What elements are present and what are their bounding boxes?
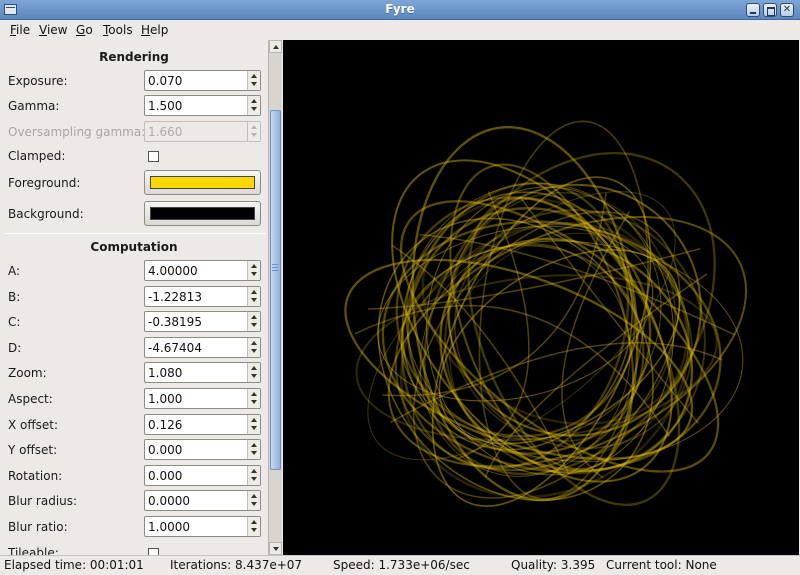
- spin-down-icon: [251, 107, 257, 111]
- spin-down-icon: [251, 477, 257, 481]
- menu-bar: File View Go Tools Help: [0, 20, 800, 40]
- spin-up-icon: [251, 469, 257, 473]
- menu-file[interactable]: File: [10, 23, 30, 37]
- elapsed-time: Elapsed time: 00:01:01: [4, 558, 144, 572]
- exposure-label: Exposure:: [8, 74, 68, 88]
- scroll-down-icon[interactable]: [269, 542, 282, 555]
- attractor-canvas[interactable]: [283, 40, 799, 555]
- spin-up-icon: [251, 443, 257, 447]
- spin-down-icon: [251, 426, 257, 430]
- spin-down-icon: [251, 528, 257, 532]
- rendering-section-title: Rendering: [99, 50, 169, 64]
- spin-down-icon: [251, 349, 257, 353]
- menu-tools[interactable]: Tools: [103, 23, 133, 37]
- gamma-label: Gamma:: [8, 99, 60, 113]
- menu-view[interactable]: View: [39, 23, 67, 37]
- spin-down-icon: [251, 272, 257, 276]
- spin-down-icon: [251, 323, 257, 327]
- parameter-panel: Rendering Exposure: 0.070 Gamma: 1.500 O…: [0, 40, 268, 555]
- attractor-image: [344, 120, 748, 507]
- title-bar: Fyre ✕: [0, 0, 800, 20]
- foreground-label: Foreground:: [8, 176, 81, 190]
- pane-resize-grip-icon[interactable]: [272, 264, 278, 271]
- b-spinner[interactable]: -1.22813: [144, 286, 261, 307]
- a-spinner[interactable]: 4.00000: [144, 260, 261, 281]
- background-color-button[interactable]: [144, 201, 261, 226]
- spin-up-icon: [251, 341, 257, 345]
- spin-up-icon: [251, 125, 257, 129]
- oversampling-gamma-spinner: 1.660: [144, 121, 261, 142]
- menu-help[interactable]: Help: [141, 23, 168, 37]
- close-icon[interactable]: ✕: [780, 3, 794, 17]
- maximize-icon[interactable]: [763, 3, 777, 17]
- foreground-swatch: [150, 176, 255, 189]
- parameter-scrollbar[interactable]: [268, 40, 282, 555]
- menu-go[interactable]: Go: [76, 23, 93, 37]
- exposure-spinner[interactable]: 0.070: [144, 70, 261, 91]
- gamma-spinner[interactable]: 1.500: [144, 95, 261, 116]
- c-label: C:: [8, 315, 21, 329]
- scroll-thumb[interactable]: [270, 110, 281, 470]
- background-label: Background:: [8, 207, 84, 221]
- spin-up-icon: [251, 418, 257, 422]
- spin-up-icon: [251, 520, 257, 524]
- blur-radius-spinner[interactable]: 0.0000: [144, 490, 261, 511]
- spin-up-icon: [251, 264, 257, 268]
- clamped-label: Clamped:: [8, 149, 66, 163]
- background-swatch: [150, 207, 255, 220]
- spin-up-icon: [251, 290, 257, 294]
- attractor-curves: [344, 120, 748, 507]
- spin-up-icon: [251, 74, 257, 78]
- blur-ratio-spinner[interactable]: 1.0000: [144, 516, 261, 537]
- tileable-label: Tileable:: [8, 546, 59, 555]
- rotation-spinner[interactable]: 0.000: [144, 465, 261, 486]
- spin-up-icon: [251, 315, 257, 319]
- scroll-up-icon[interactable]: [269, 40, 282, 53]
- quality: Quality: 3.395: [511, 558, 596, 572]
- spin-up-icon: [251, 366, 257, 370]
- attractor-loop: [412, 211, 681, 499]
- b-label: B:: [8, 290, 21, 304]
- aspect-label: Aspect:: [8, 392, 53, 406]
- spin-down-icon: [251, 400, 257, 404]
- status-bar: Elapsed time: 00:01:01 Iterations: 8.437…: [0, 555, 800, 575]
- section-divider: [4, 233, 266, 234]
- clamped-checkbox[interactable]: [148, 151, 159, 162]
- rotation-label: Rotation:: [8, 469, 63, 483]
- minimize-icon[interactable]: [746, 3, 760, 17]
- x-offset-label: X offset:: [8, 418, 59, 432]
- aspect-spinner[interactable]: 1.000: [144, 388, 261, 409]
- computation-section-title: Computation: [90, 240, 178, 254]
- blur-ratio-label: Blur ratio:: [8, 520, 68, 534]
- y-offset-spinner[interactable]: 0.000: [144, 439, 261, 460]
- y-offset-label: Y offset:: [8, 443, 58, 457]
- zoom-spinner[interactable]: 1.080: [144, 362, 261, 383]
- iterations: Iterations: 8.437e+07: [170, 558, 303, 572]
- spin-up-icon: [251, 99, 257, 103]
- a-label: A:: [8, 264, 21, 278]
- oversampling-gamma-label: Oversampling gamma:: [8, 125, 146, 139]
- current-tool: Current tool: None: [606, 558, 717, 572]
- spin-down-icon: [251, 133, 257, 137]
- spin-down-icon: [251, 374, 257, 378]
- tileable-checkbox[interactable]: [148, 548, 159, 555]
- spin-up-icon: [251, 494, 257, 498]
- d-spinner[interactable]: -4.67404: [144, 337, 261, 358]
- speed: Speed: 1.733e+06/sec: [333, 558, 470, 572]
- spin-up-icon: [251, 392, 257, 396]
- spin-down-icon: [251, 451, 257, 455]
- spin-down-icon: [251, 298, 257, 302]
- window-title: Fyre: [385, 2, 415, 16]
- zoom-label: Zoom:: [8, 366, 47, 380]
- spin-down-icon: [251, 82, 257, 86]
- spin-down-icon: [251, 502, 257, 506]
- foreground-color-button[interactable]: [144, 170, 261, 195]
- d-label: D:: [8, 341, 22, 355]
- c-spinner[interactable]: -0.38195: [144, 311, 261, 332]
- x-offset-spinner[interactable]: 0.126: [144, 414, 261, 435]
- blur-radius-label: Blur radius:: [8, 494, 78, 508]
